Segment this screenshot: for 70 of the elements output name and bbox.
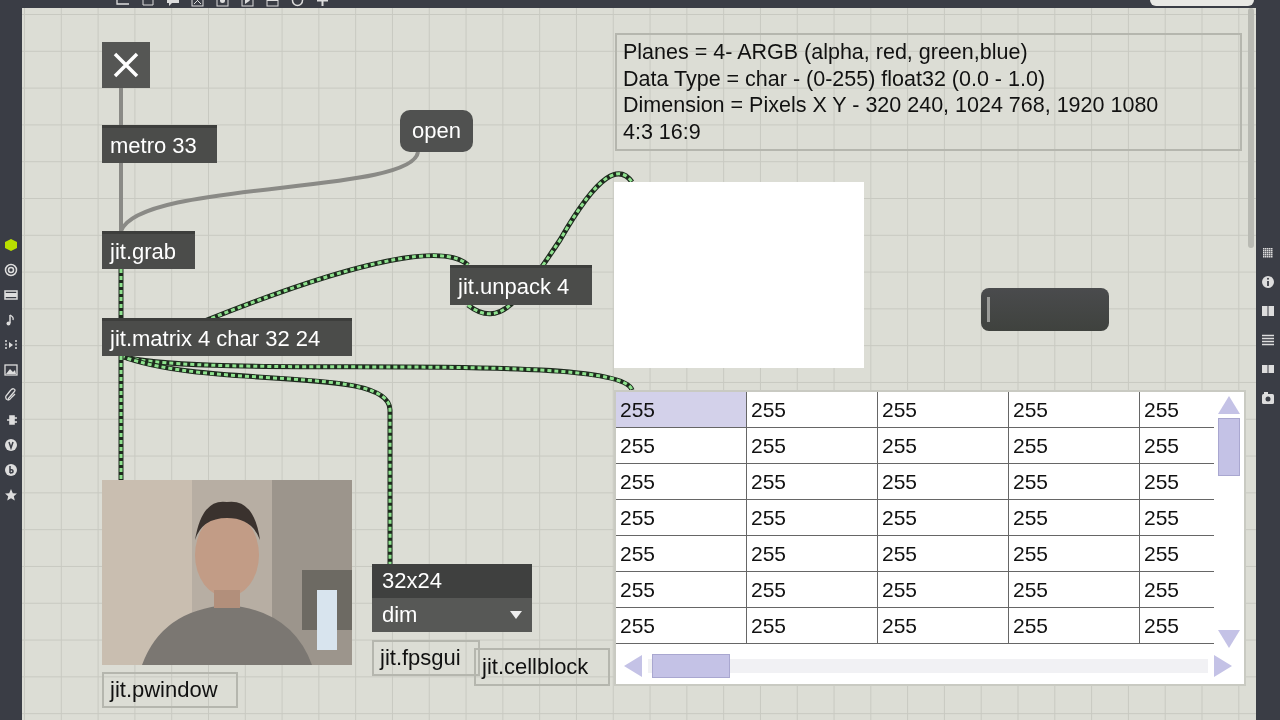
comment-text: Data Type = char - (0-255) float32 (0.0 - 1.0) [623,65,1047,92]
table-cell[interactable]: 255 [747,464,878,500]
scrollbar-thumb[interactable] [1218,418,1240,476]
scrollbar-thumb[interactable] [652,654,730,678]
table-cell[interactable]: 255 [747,572,878,608]
table-cell[interactable]: 255 [1009,608,1140,644]
table-cell[interactable]: 255 [878,392,1009,428]
table-cell[interactable]: 255 [616,536,747,572]
table-cell[interactable]: 255 [1140,500,1214,536]
table-cell[interactable]: 255 [747,428,878,464]
object-box[interactable]: jit.unpack 4 [450,265,592,305]
table-cell[interactable]: 255 [747,608,878,644]
slider[interactable] [981,288,1109,331]
object-label: jit.cellblock [474,648,610,686]
table-cell[interactable]: 255 [878,536,1009,572]
paperclip-icon[interactable] [4,388,18,402]
star-icon[interactable] [4,488,18,502]
table-cell[interactable]: 255 [747,536,878,572]
patch-cord [119,88,123,125]
search-field[interactable] [1150,0,1254,6]
list-icon[interactable] [1261,333,1275,347]
grid-icon[interactable] [1261,246,1275,260]
table-cell[interactable]: 255 [1009,500,1140,536]
object-box[interactable]: metro 33 [102,125,217,163]
table-cell[interactable]: 255 [878,572,1009,608]
table-cell[interactable]: 255 [1140,536,1214,572]
columns-icon[interactable] [1261,362,1275,376]
comment-text: Planes = 4- ARGB (alpha, red, green,blue) [623,39,1029,66]
columns-icon[interactable] [1261,304,1275,318]
play-icon[interactable] [4,338,18,352]
table-cell[interactable]: 255 [616,608,747,644]
table-cell[interactable]: 255 [1009,572,1140,608]
image-icon[interactable] [4,363,18,377]
fps-readout: 32x24 [372,564,532,598]
object-box[interactable]: jit.matrix 4 char 32 24 [102,318,352,356]
table-cell[interactable]: 255 [878,464,1009,500]
comment-text: 4:3 16:9 [623,118,702,145]
object-label: jit.fpsgui [372,640,480,676]
table-cell[interactable]: 255 [747,500,878,536]
object-box[interactable]: jit.grab [102,231,195,269]
table-cell[interactable]: 255 [616,428,747,464]
plug-icon[interactable] [4,413,18,427]
table-cell[interactable]: 255 [747,392,878,428]
table-cell[interactable]: 255 [878,428,1009,464]
table-cell[interactable]: 255 [1009,464,1140,500]
target-icon[interactable] [4,263,18,277]
table-cell[interactable]: 255 [616,572,747,608]
v-badge-icon[interactable] [4,438,18,452]
table-cell[interactable]: 255 [1009,536,1140,572]
comment-text: Dimension = Pixels X Y - 320 240, 1024 768, 1920 1080 [623,92,1160,119]
table-cell[interactable]: 255 [1009,392,1140,428]
table-cell[interactable]: 255 [616,392,747,428]
table-cell[interactable]: 255 [616,464,747,500]
table-cell[interactable]: 255 [878,608,1009,644]
toggle[interactable] [102,42,150,88]
b-badge-icon[interactable] [4,463,18,477]
table-cell[interactable]: 255 [1140,572,1214,608]
message-box[interactable]: open [400,110,473,152]
cube-icon[interactable] [4,238,18,252]
x-icon [112,51,140,79]
info-icon[interactable] [1261,275,1275,289]
caret-icon [510,611,522,619]
object-label: jit.pwindow [102,672,238,708]
table-cell[interactable]: 255 [1009,428,1140,464]
camera-icon[interactable] [1261,391,1275,405]
table-cell[interactable]: 255 [878,500,1009,536]
mode-dropdown[interactable]: dim [372,598,532,632]
table-cell[interactable]: 255 [616,500,747,536]
scrollbar-thumb[interactable] [1248,8,1254,248]
panel-icon[interactable] [4,288,18,302]
